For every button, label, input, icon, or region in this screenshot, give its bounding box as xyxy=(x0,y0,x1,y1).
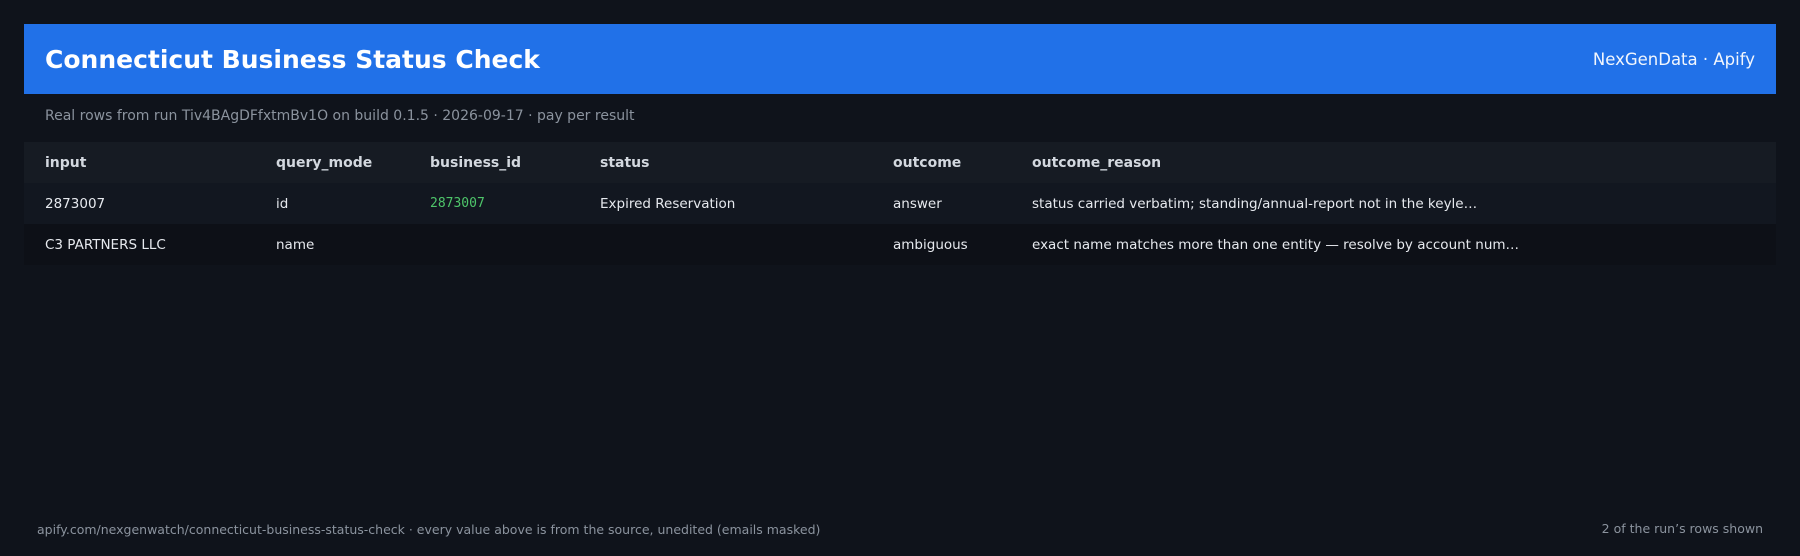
cell-outcome-reason: status carried verbatim; standing/annual… xyxy=(1032,195,1478,212)
cell-outcome: answer xyxy=(893,195,942,212)
run-info: Real rows from run Tiv4BAgDFfxtmBv1O on … xyxy=(45,108,635,124)
row-count: 2 of the run’s rows shown xyxy=(1601,521,1763,536)
column-header-outcome-reason: outcome_reason xyxy=(1032,154,1162,171)
page-title: Connecticut Business Status Check xyxy=(45,44,540,74)
column-header-query-mode: query_mode xyxy=(276,154,373,171)
table-row: C3 PARTNERS LLC name ambiguous exact nam… xyxy=(24,224,1776,265)
results-table: input query_mode business_id status outc… xyxy=(24,142,1776,265)
column-header-status: status xyxy=(600,154,650,171)
cell-query-mode: name xyxy=(276,236,315,253)
cell-input: C3 PARTNERS LLC xyxy=(45,236,166,253)
brand-label: NexGenData · Apify xyxy=(1592,49,1755,69)
cell-query-mode: id xyxy=(276,195,289,212)
column-header-business-id: business_id xyxy=(430,154,522,171)
table-header-row: input query_mode business_id status outc… xyxy=(24,142,1776,183)
header-bar: Connecticut Business Status Check NexGen… xyxy=(24,24,1776,94)
cell-business-id: 2873007 xyxy=(430,196,485,211)
cell-status: Expired Reservation xyxy=(600,195,736,212)
column-header-input: input xyxy=(45,154,87,171)
cell-outcome-reason: exact name matches more than one entity … xyxy=(1032,236,1520,253)
table-row: 2873007 id 2873007 Expired Reservation a… xyxy=(24,183,1776,224)
cell-input: 2873007 xyxy=(45,195,106,212)
cell-outcome: ambiguous xyxy=(893,236,968,253)
source-footnote: apify.com/nexgenwatch/connecticut-busine… xyxy=(37,522,821,537)
column-header-outcome: outcome xyxy=(893,154,962,171)
